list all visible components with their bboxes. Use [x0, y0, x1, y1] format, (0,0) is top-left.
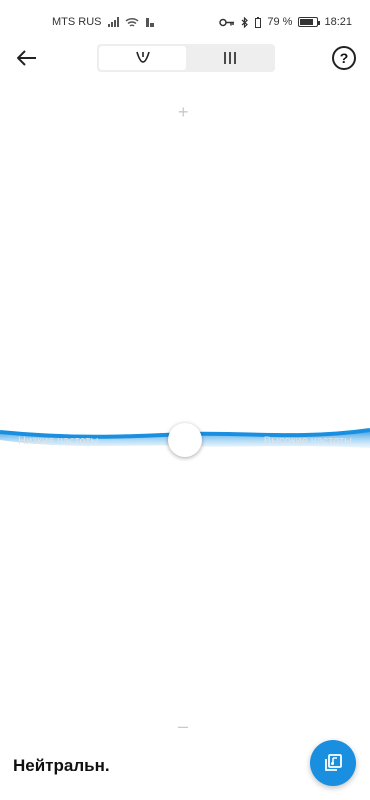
help-button[interactable]: ? — [332, 46, 356, 70]
presets-icon — [325, 754, 342, 771]
sim-icon — [145, 17, 154, 27]
wifi-icon — [125, 17, 138, 27]
minus-icon: – — [178, 716, 189, 736]
plus-icon: + — [178, 102, 189, 122]
curve-icon — [135, 51, 150, 63]
battery-icon — [298, 17, 321, 27]
bars-icon — [223, 52, 236, 64]
low-frequencies-label: Низкие частоты — [18, 435, 99, 447]
vpn-key-icon — [219, 18, 235, 26]
tab-curve-mode[interactable] — [99, 46, 186, 70]
tab-bands-mode[interactable] — [186, 46, 273, 70]
help-icon: ? — [339, 50, 349, 66]
clock: 18:21 — [324, 16, 352, 28]
bluetooth-icon — [241, 16, 249, 28]
presets-button[interactable] — [310, 740, 356, 786]
eq-handle[interactable] — [168, 423, 202, 457]
preset-name: Нейтральн. — [13, 756, 110, 775]
status-right: 79 % 18:21 — [219, 16, 352, 28]
high-frequencies-label: Высокие частоты — [263, 435, 352, 447]
battery-saver-icon — [255, 16, 262, 28]
carrier-label: MTS RUS — [52, 16, 102, 28]
back-button[interactable] — [12, 44, 42, 72]
status-bar: MTS RUS 79 % 18:21 — [0, 0, 370, 40]
mode-toggle — [97, 44, 275, 72]
arrow-left-icon — [17, 50, 36, 66]
battery-percent: 79 % — [267, 16, 293, 28]
status-left: MTS RUS — [52, 16, 155, 28]
signal-icon — [107, 17, 119, 27]
